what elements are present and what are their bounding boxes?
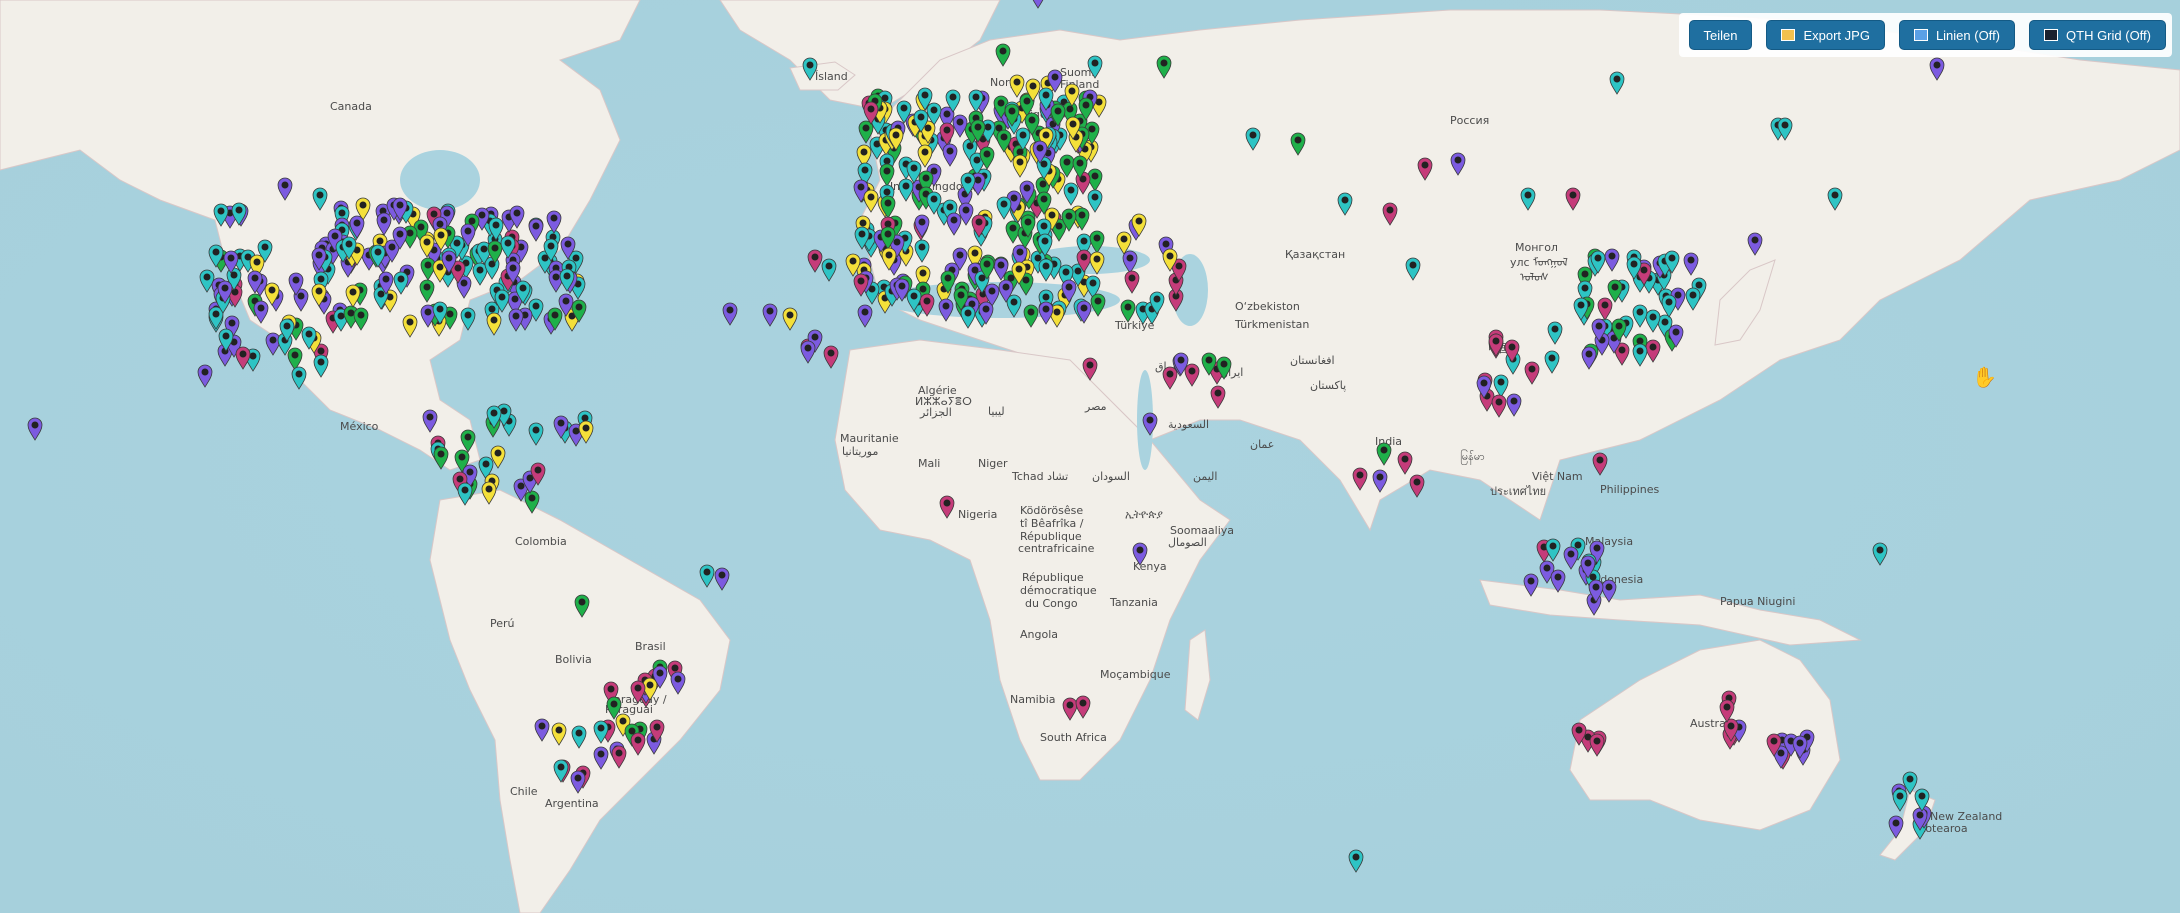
map-label-tanzania: Tanzania	[1109, 596, 1158, 609]
map-label-bolivia: Bolivia	[555, 653, 592, 666]
map-label-car2: tî Bêafrîka /	[1020, 517, 1084, 530]
export-jpg-button[interactable]: Export JPG	[1766, 20, 1885, 50]
map-label-mongol2: улс ᠮᠣᠩᠭᠣᠯ	[1510, 256, 1568, 269]
map-label-philippines: Philippines	[1600, 483, 1660, 496]
map-label-saudi: السعودية	[1168, 418, 1209, 431]
map-label-kazakh: Қазақстан	[1285, 248, 1345, 261]
map-label-nigeria: Nigeria	[958, 508, 997, 521]
map-label-algeria3: الجزائر	[919, 406, 952, 419]
map-label-somalia2: الصومال	[1168, 536, 1207, 549]
lines-icon	[1913, 29, 1928, 41]
map-label-niger: Niger	[978, 457, 1008, 470]
map-label-russia: Россия	[1450, 114, 1489, 127]
map-label-canada: Canada	[330, 100, 372, 113]
map-label-brasil: Brasil	[635, 640, 666, 653]
map-label-mali: Mali	[918, 457, 940, 470]
map-label-thailand: ประเทศไทย	[1490, 485, 1546, 498]
map-label-turkiye: Türkiye	[1114, 319, 1155, 332]
map-label-namibia: Namibia	[1010, 693, 1056, 706]
map-label-colombia: Colombia	[515, 535, 567, 548]
share-button[interactable]: Teilen	[1688, 20, 1753, 50]
map-label-sudan: السودان	[1092, 470, 1130, 483]
map-label-maur1: Mauritanie	[840, 432, 899, 445]
map-label-car4: centrafricaine	[1018, 542, 1095, 555]
map-label-turkmen: Türkmenistan	[1234, 318, 1309, 331]
lines-toggle-button[interactable]: Linien (Off)	[1898, 20, 2016, 50]
map-label-myanmar: မြန်မာ	[1460, 449, 1485, 465]
image-icon	[1781, 29, 1796, 41]
map-label-peru: Perú	[490, 617, 515, 630]
map-label-iceland: Ísland	[815, 70, 848, 83]
share-label: Teilen	[1703, 27, 1738, 43]
qth-grid-toggle-button[interactable]: QTH Grid (Off)	[2029, 20, 2166, 50]
map-label-mexico: México	[340, 420, 379, 433]
map-label-egypt: مصر	[1084, 400, 1107, 413]
hand-cursor-icon: ✋	[1972, 365, 1997, 389]
map-label-afghan: افغانستان	[1290, 354, 1335, 367]
map-label-mozambique: Moçambique	[1100, 668, 1171, 681]
map-label-vietnam: Việt Nam	[1532, 470, 1583, 483]
grid-label: QTH Grid (Off)	[2066, 27, 2151, 43]
map-label-argentina: Argentina	[545, 797, 599, 810]
grid-icon	[2044, 29, 2059, 41]
map-label-angola: Angola	[1020, 628, 1058, 641]
map-label-mongol3: ᠤᠯᠤᠰ	[1520, 271, 1549, 284]
map-label-maur2: موريتانيا	[842, 445, 878, 458]
map-label-drc1: République	[1022, 571, 1084, 584]
map-label-car1: Ködörösêse	[1020, 504, 1083, 517]
map-toolbar: Teilen Export JPG Linien (Off) QTH Grid …	[1678, 13, 2172, 57]
map-label-chile: Chile	[510, 785, 538, 798]
map-label-oman: عمان	[1250, 438, 1274, 451]
map-label-pakistan: پاکستان	[1310, 379, 1346, 392]
map-label-uzbek: O‘zbekiston	[1235, 300, 1300, 313]
map-label-southafrica: South Africa	[1040, 731, 1107, 744]
map-label-drc3: du Congo	[1025, 597, 1078, 610]
lines-label: Linien (Off)	[1935, 27, 2001, 43]
map-label-ethiopia: ኢትዮጵያ	[1125, 508, 1163, 521]
map-label-yemen: اليمن	[1193, 470, 1217, 483]
map-label-tchad: Tchad تشاد	[1011, 470, 1068, 483]
hudson-bay	[400, 150, 480, 210]
world-map[interactable]: CanadaMéxicoColombiaPerúBoliviaBrasilPar…	[0, 0, 2180, 913]
map-label-drc2: démocratique	[1020, 584, 1097, 597]
map-label-libya: ليبيا	[988, 405, 1005, 418]
export-label: Export JPG	[1803, 27, 1870, 43]
map-label-papua: Papua Niugini	[1720, 595, 1795, 608]
map-label-mongol1: Монгол	[1515, 241, 1558, 254]
